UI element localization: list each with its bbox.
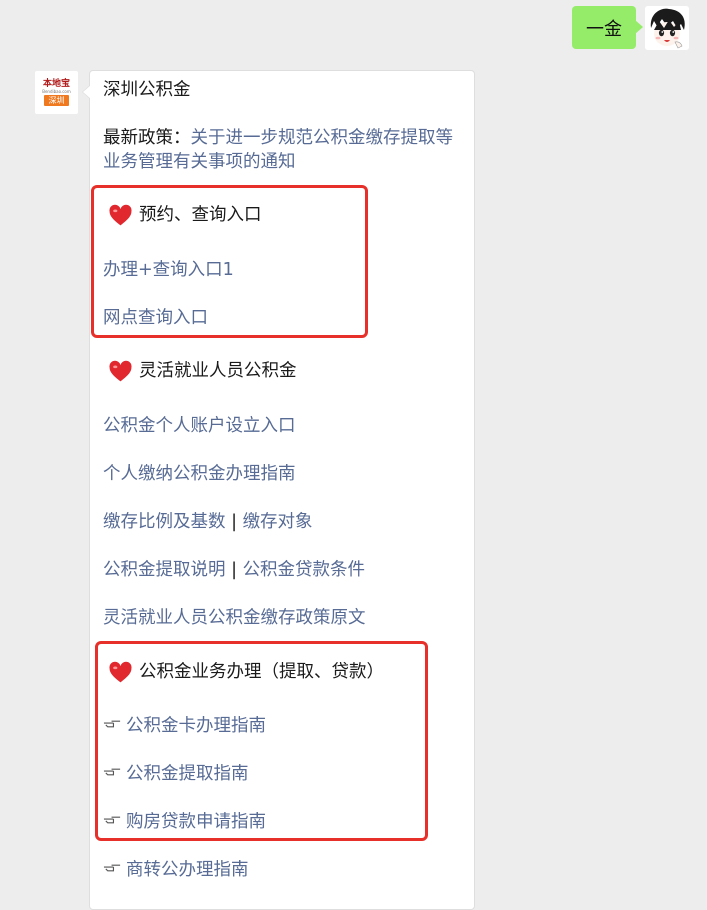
highlight-box-business bbox=[95, 641, 428, 841]
pointing-hand-icon bbox=[103, 864, 121, 872]
link-ratio-base[interactable]: 缴存比例及基数 bbox=[103, 512, 226, 532]
logo-sub-text: Bendibao.com bbox=[42, 89, 71, 94]
separator: | bbox=[231, 560, 237, 580]
highlight-box-appointment bbox=[91, 185, 368, 338]
link-policy-original[interactable]: 灵活就业人员公积金缴存政策原文 bbox=[103, 606, 366, 631]
logo-city-badge: 深圳 bbox=[44, 95, 69, 106]
link-commercial-transfer-guide[interactable]: 商转公办理指南 bbox=[126, 860, 249, 880]
policy-link-part2[interactable]: 业务管理有关事项的通知 bbox=[103, 150, 296, 175]
user-message-bubble: 一金 bbox=[572, 6, 643, 49]
policy-link-part1[interactable]: 关于进一步规范公积金缴存提取等 bbox=[191, 128, 454, 148]
bot-avatar[interactable]: 本地宝 Bendibao.com 深圳 bbox=[35, 71, 78, 114]
section-heading-flexible-employment: 灵活就业人员公积金 bbox=[108, 359, 297, 384]
card-title: 深圳公积金 bbox=[103, 80, 191, 100]
link-payment-object[interactable]: 缴存对象 bbox=[243, 512, 313, 532]
link-row-commercial-transfer-guide: 商转公办理指南 bbox=[103, 858, 249, 883]
separator: | bbox=[231, 512, 237, 532]
link-row-ratio-and-object: 缴存比例及基数 | 缴存对象 bbox=[103, 510, 313, 535]
link-row-withdraw-and-loan: 公积金提取说明 | 公积金贷款条件 bbox=[103, 558, 365, 583]
user-message-text: 一金 bbox=[586, 18, 622, 40]
logo-brand-text: 本地宝 bbox=[42, 79, 70, 89]
policy-label: 最新政策： bbox=[103, 128, 191, 148]
link-withdraw-explain[interactable]: 公积金提取说明 bbox=[103, 560, 226, 580]
policy-line: 最新政策：关于进一步规范公积金缴存提取等 bbox=[103, 126, 453, 151]
link-loan-conditions[interactable]: 公积金贷款条件 bbox=[243, 560, 366, 580]
link-personal-payment-guide[interactable]: 个人缴纳公积金办理指南 bbox=[103, 462, 296, 487]
heart-icon bbox=[109, 360, 132, 382]
user-avatar[interactable] bbox=[645, 6, 689, 50]
link-account-setup[interactable]: 公积金个人账户设立入口 bbox=[103, 414, 296, 439]
cartoon-avatar-icon bbox=[645, 6, 689, 50]
section-heading-text: 灵活就业人员公积金 bbox=[139, 361, 297, 381]
